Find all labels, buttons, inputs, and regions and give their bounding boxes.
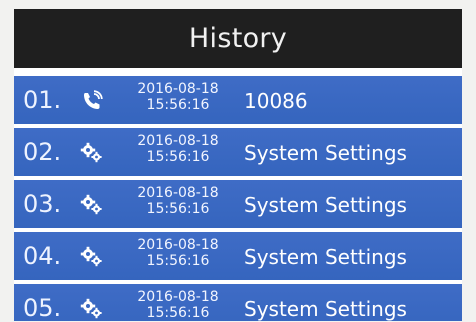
history-item[interactable]: 02. 2016-08-18 15:56:16 System Settings (14, 128, 462, 176)
item-time: 15:56:16 (146, 305, 210, 321)
item-date: 2016-08-18 (137, 133, 219, 149)
history-screen: History 01. 2016-08-18 15:56:16 10086 02… (14, 9, 462, 321)
item-label: System Settings (244, 245, 407, 269)
history-list: 01. 2016-08-18 15:56:16 10086 02. 2016-0… (14, 76, 462, 321)
item-time: 15:56:16 (146, 149, 210, 165)
item-timestamp: 2016-08-18 15:56:16 (120, 133, 236, 165)
item-timestamp: 2016-08-18 15:56:16 (120, 185, 236, 217)
item-time: 15:56:16 (146, 201, 210, 217)
item-label: System Settings (244, 141, 407, 165)
gear-icon (80, 298, 104, 320)
item-timestamp: 2016-08-18 15:56:16 (120, 289, 236, 321)
gear-icon (80, 142, 104, 164)
item-timestamp: 2016-08-18 15:56:16 (120, 237, 236, 269)
header-bar: History (14, 9, 462, 68)
item-index: 05. (23, 294, 62, 321)
item-index: 04. (23, 242, 62, 270)
item-date: 2016-08-18 (137, 81, 219, 97)
item-index: 01. (23, 86, 62, 114)
history-item[interactable]: 05. 2016-08-18 15:56:16 System Settings (14, 284, 462, 321)
history-item[interactable]: 03. 2016-08-18 15:56:16 System Settings (14, 180, 462, 228)
item-date: 2016-08-18 (137, 289, 219, 305)
page-title: History (188, 23, 288, 54)
item-index: 03. (23, 190, 62, 218)
item-timestamp: 2016-08-18 15:56:16 (120, 81, 236, 113)
item-date: 2016-08-18 (137, 185, 219, 201)
history-item[interactable]: 01. 2016-08-18 15:56:16 10086 (14, 76, 462, 124)
item-date: 2016-08-18 (137, 237, 219, 253)
item-time: 15:56:16 (146, 97, 210, 113)
item-time: 15:56:16 (146, 253, 210, 269)
item-label: System Settings (244, 193, 407, 217)
item-label: System Settings (244, 297, 407, 321)
history-item[interactable]: 04. 2016-08-18 15:56:16 System Settings (14, 232, 462, 280)
item-label: 10086 (244, 89, 308, 113)
phone-icon (80, 90, 104, 112)
gear-icon (80, 194, 104, 216)
gear-icon (80, 246, 104, 268)
item-index: 02. (23, 138, 62, 166)
